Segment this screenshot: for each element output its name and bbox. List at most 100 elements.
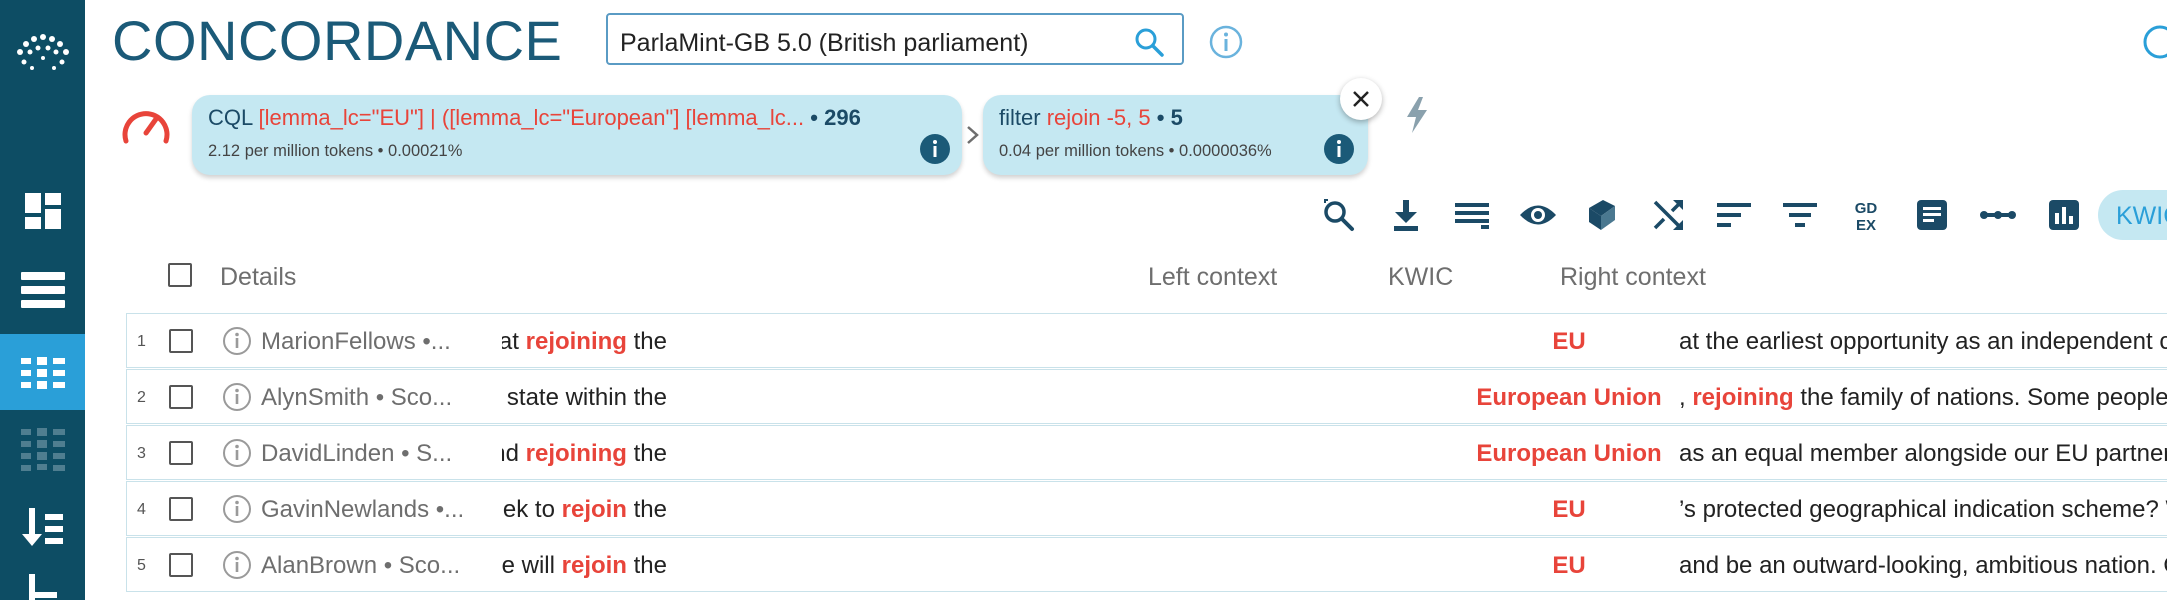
list-lines-icon[interactable] [1452, 193, 1492, 237]
left-context-text: believe that Scotland’s best future is a… [502, 384, 667, 411]
sidebar-item-wordlist[interactable] [0, 252, 85, 328]
book-icon[interactable] [1582, 193, 1622, 237]
svg-text:EX: EX [1856, 217, 1876, 233]
document-icon[interactable] [1912, 193, 1952, 237]
sort-icon[interactable] [1714, 193, 1754, 237]
app-logo-icon[interactable] [12, 22, 74, 84]
kwic-keyword[interactable]: European Union [1465, 440, 1673, 468]
left-context[interactable]: nd, and will the Government do a welcome… [502, 496, 667, 524]
info-icon[interactable] [222, 494, 252, 529]
left-context-end: the [626, 328, 667, 355]
row-checkbox[interactable] [169, 553, 193, 577]
row-checkbox[interactable] [169, 441, 193, 465]
table-row[interactable]: 1 MarionFellows •... nt integrate further … [126, 313, 2167, 368]
filter-info-icon[interactable] [1323, 133, 1355, 170]
kwic-keyword[interactable]: European Union [1465, 384, 1673, 412]
row-details[interactable]: AlanBrown • Sco... [261, 552, 460, 580]
right-context[interactable]: ’s protected geographical indication sch… [1679, 496, 2167, 524]
right-context[interactable]: at the earliest opportunity as an indepe… [1679, 328, 2167, 356]
sort-list-icon [21, 508, 63, 546]
row-details[interactable]: AlynSmith • Sco... [261, 384, 452, 412]
kwic-view-button[interactable]: KWIC [2098, 190, 2167, 240]
filter-per-million: 0.04 per million tokens [999, 142, 1165, 160]
row-number: 2 [137, 389, 146, 406]
left-context[interactable]: ds independence is coming, it is coming … [502, 552, 667, 580]
left-context[interactable]: to be a part of it. Instead, we seek an … [502, 440, 667, 468]
right-context[interactable]: and be an outward-looking, ambitious nat… [1679, 552, 2167, 580]
row-checkbox[interactable] [169, 329, 193, 353]
column-header-kwic[interactable]: KWIC [1388, 263, 1453, 292]
row-number: 5 [137, 557, 146, 574]
page-title: CONCORDANCE [112, 9, 563, 72]
info-icon[interactable] [222, 382, 252, 417]
download-icon[interactable] [1386, 193, 1426, 237]
parallel-concordance-icon [20, 428, 65, 471]
kwic-keyword[interactable]: EU [1465, 328, 1673, 356]
concordance-icon [20, 357, 65, 389]
remove-filter-button[interactable] [1340, 78, 1382, 120]
left-context-highlight: rejoining [525, 328, 627, 355]
gdex-icon[interactable]: GD EX [1846, 193, 1886, 237]
info-icon[interactable] [222, 326, 252, 361]
column-header-details[interactable]: Details [220, 263, 296, 292]
right-context[interactable]: , rejoining the family of nations. Some … [1679, 384, 2167, 412]
zoom-search-icon[interactable] [1318, 193, 1358, 237]
table-row[interactable]: 2 AlynSmith • Sco... believe that Scotland… [126, 369, 2167, 424]
bar-chart-icon[interactable] [2044, 193, 2084, 237]
info-icon[interactable] [222, 550, 252, 585]
more-tool-icon [28, 574, 57, 600]
help-icon[interactable] [2140, 24, 2167, 65]
query-info-icon[interactable] [919, 133, 951, 170]
row-details[interactable]: MarionFellows •... [261, 328, 451, 356]
left-context-text: nd, and will the Government do a welcome… [502, 496, 555, 523]
query-count: 296 [824, 105, 861, 130]
left-context-highlight: rejoin [561, 552, 627, 579]
row-details[interactable]: GavinNewlands •... [261, 496, 464, 524]
left-context[interactable]: nt integrate further in future years. It… [502, 328, 667, 356]
row-checkbox[interactable] [169, 497, 193, 521]
sidebar-item-concordance[interactable] [0, 334, 85, 410]
row-checkbox[interactable] [169, 385, 193, 409]
kwic-keyword[interactable]: EU [1465, 552, 1673, 580]
query-text: [lemma_lc="EU"] | ([lemma_lc="European"]… [258, 105, 805, 130]
list-icon [20, 272, 65, 308]
select-all-checkbox[interactable] [168, 263, 192, 287]
row-number: 3 [137, 445, 146, 462]
corpus-selector[interactable]: ParlaMint-GB 5.0 (British parliament) [606, 13, 1184, 65]
table-row[interactable]: 4 GavinNewlands •... nd, and will the Gove… [126, 481, 2167, 536]
kwic-keyword[interactable]: EU [1465, 496, 1673, 524]
dashboard-icon [24, 193, 61, 229]
filter-percent: 0.0000036% [1179, 142, 1272, 160]
query-pill-filter[interactable]: filter rejoin -5, 5 • 5 0.04 per million… [983, 95, 1368, 175]
column-header-right-context[interactable]: Right context [1560, 263, 1706, 292]
query-pill-cql[interactable]: CQL [lemma_lc="EU"] | ([lemma_lc="Europe… [192, 95, 962, 175]
speedometer-icon[interactable] [120, 103, 172, 154]
right-context[interactable]: as an equal member alongside our EU part… [1679, 440, 2167, 468]
table-row[interactable]: 5 AlanBrown • Sco... ds independence is co… [126, 537, 2167, 592]
corpus-info-icon[interactable] [1208, 24, 1244, 65]
left-context-highlight: rejoin [561, 496, 627, 523]
sidebar-item-more[interactable] [0, 570, 85, 600]
filter-icon[interactable] [1780, 193, 1820, 237]
sidebar [0, 0, 85, 600]
lightning-icon[interactable] [1405, 97, 1429, 138]
column-header-left-context[interactable]: Left context [1148, 263, 1277, 292]
filter-type-label: filter [999, 105, 1041, 130]
left-context[interactable]: believe that Scotland’s best future is a… [502, 384, 667, 412]
search-icon[interactable] [1134, 27, 1164, 62]
sidebar-item-parallel-concordance[interactable] [0, 411, 85, 487]
table-row[interactable]: 3 DavidLinden • S... to be a part of it. I… [126, 425, 2167, 480]
sidebar-item-dashboard[interactable] [0, 173, 85, 249]
row-details[interactable]: DavidLinden • S... [261, 440, 452, 468]
filter-text: rejoin -5, 5 [1046, 105, 1151, 130]
shuffle-icon[interactable] [1648, 193, 1688, 237]
close-icon [1353, 91, 1369, 107]
left-context-end: the [626, 440, 667, 467]
left-context-text: nt integrate further in future years. It… [502, 328, 519, 355]
sidebar-item-sort[interactable] [0, 490, 85, 566]
info-icon[interactable] [222, 438, 252, 473]
dots-line-icon[interactable] [1978, 193, 2018, 237]
left-context-end: the [626, 496, 667, 523]
left-context-end: the [626, 552, 667, 579]
eye-icon[interactable] [1518, 193, 1558, 237]
